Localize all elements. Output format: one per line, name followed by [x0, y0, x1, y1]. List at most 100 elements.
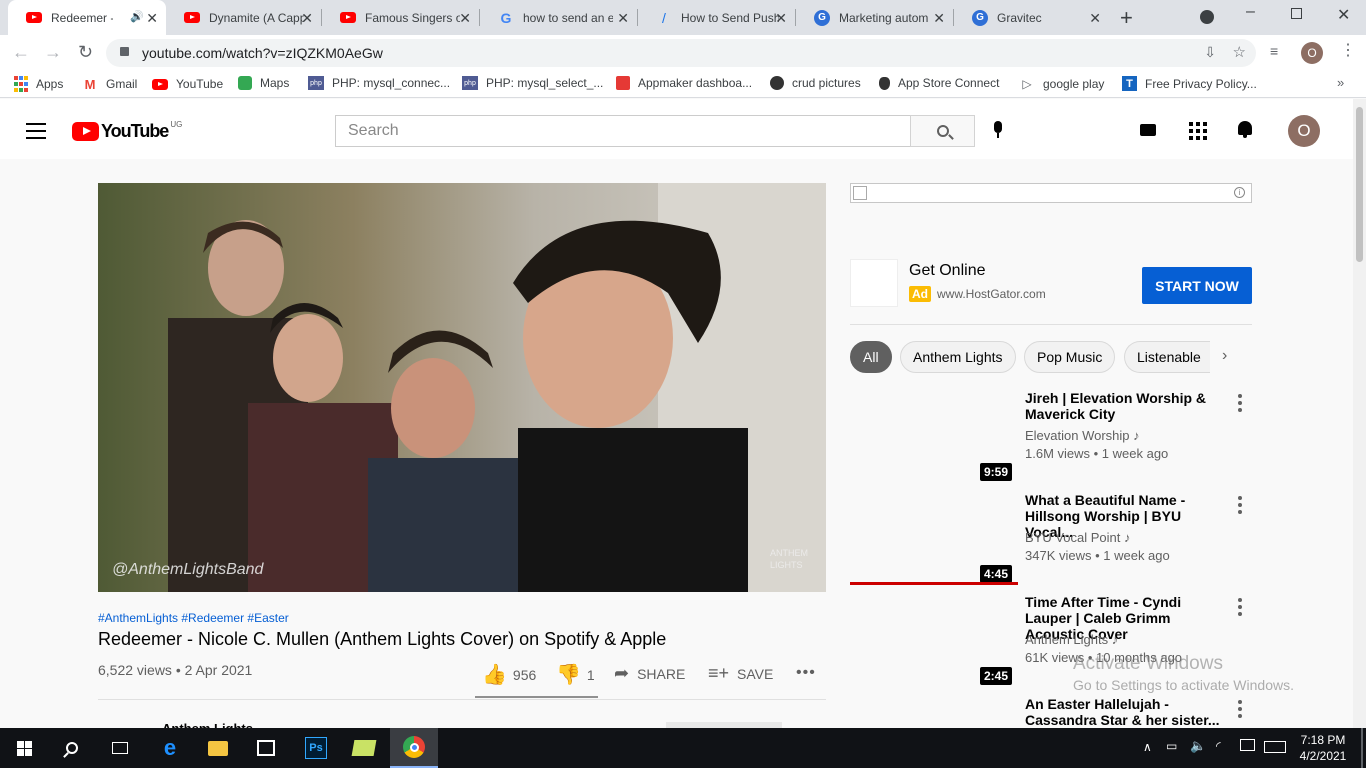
page-scrollbar[interactable]	[1353, 99, 1366, 728]
video-player[interactable]: @AnthemLightsBand ANTHEM LIGHTS	[98, 183, 826, 592]
bookmark-maps[interactable]: Maps	[238, 76, 289, 90]
chip-pop-music[interactable]: Pop Music	[1024, 341, 1116, 373]
related-video-title[interactable]: Jireh | Elevation Worship & Maverick Cit…	[1025, 390, 1225, 422]
account-avatar[interactable]: O	[1288, 115, 1320, 147]
microphone-icon[interactable]	[991, 121, 1005, 139]
search-button[interactable]	[910, 115, 975, 147]
related-channel[interactable]: BYU Vocal Point ♪	[1025, 530, 1131, 545]
like-button[interactable]: 👍 956	[482, 662, 536, 687]
new-tab-icon[interactable]: +	[1120, 5, 1133, 31]
keyboard-icon[interactable]	[1264, 741, 1286, 753]
bookmark-gmail[interactable]: M Gmail	[82, 76, 138, 92]
bookmark-php-connect[interactable]: php PHP: mysql_connec...	[308, 76, 450, 90]
dislike-button[interactable]: 👎 1	[556, 662, 595, 687]
profile-avatar[interactable]: O	[1301, 42, 1323, 64]
store-icon[interactable]	[242, 728, 290, 768]
search-icon[interactable]	[48, 728, 96, 768]
tab-famous-singers[interactable]: Famous Singers of ✕	[322, 0, 479, 35]
tab-redeemer[interactable]: Redeemer - Nicole C. Mullen 🔊 ✕	[8, 0, 166, 35]
show-desktop-button[interactable]	[1361, 728, 1363, 768]
related-video-title[interactable]: An Easter Hallelujah - Cassandra Star & …	[1025, 696, 1225, 728]
edge-icon[interactable]: e	[146, 728, 194, 768]
media-control-icon[interactable]: ≡	[1270, 43, 1278, 59]
chip-anthem-lights[interactable]: Anthem Lights	[900, 341, 1016, 373]
ad-banner[interactable]: i	[850, 183, 1252, 203]
tab-marketing[interactable]: G Marketing autom ✕	[796, 0, 953, 35]
close-tab-icon[interactable]: ✕	[1089, 10, 1101, 27]
close-tab-icon[interactable]: ✕	[775, 10, 787, 27]
related-channel[interactable]: Elevation Worship ♪	[1025, 428, 1140, 443]
scrollbar-thumb[interactable]	[1356, 107, 1363, 262]
speaker-icon[interactable]: 🔊	[130, 10, 144, 23]
youtube-logo[interactable]: YouTube UG	[72, 120, 183, 142]
bookmark-youtube[interactable]: YouTube	[152, 76, 223, 92]
network-device-icon[interactable]: ▭	[1166, 739, 1177, 753]
notification-icon[interactable]	[1240, 739, 1255, 751]
install-icon[interactable]: ⇩	[1204, 44, 1216, 61]
minimize-icon[interactable]: –	[1246, 3, 1255, 21]
bookmark-app-store[interactable]: App Store Connect	[879, 76, 999, 90]
tab-how-to-send[interactable]: G how to send an e ✕	[480, 0, 637, 35]
divider	[850, 324, 1252, 325]
bookmark-privacy[interactable]: T Free Privacy Policy...	[1122, 76, 1257, 91]
start-now-button[interactable]: START NOW	[1142, 267, 1252, 304]
task-view-icon[interactable]	[96, 728, 144, 768]
chevron-right-icon[interactable]: ›	[1222, 347, 1227, 365]
more-options-icon[interactable]	[1237, 394, 1243, 412]
file-explorer-icon[interactable]	[194, 728, 242, 768]
bookmark-apps[interactable]: Apps	[14, 76, 63, 92]
address-bar[interactable]: youtube.com/watch?v=zIQZKM0AeGw ⇩ ☆	[106, 39, 1256, 67]
more-options-icon[interactable]	[1237, 598, 1243, 616]
ad-info-icon[interactable]: i	[1234, 187, 1245, 198]
hamburger-menu-icon[interactable]	[26, 123, 46, 139]
close-tab-icon[interactable]: ✕	[146, 10, 158, 27]
windows-start-icon[interactable]	[0, 728, 48, 768]
close-window-icon[interactable]: ✕	[1337, 5, 1350, 25]
chip-listenable[interactable]: Listenable	[1124, 341, 1210, 373]
tab-dynamite[interactable]: Dynamite (A Cappella) ✕	[166, 0, 321, 35]
chip-all[interactable]: All	[850, 341, 892, 373]
bookmark-appmaker[interactable]: Appmaker dashboa...	[616, 76, 752, 90]
bookmark-crud[interactable]: crud pictures	[770, 76, 861, 90]
chevron-up-icon[interactable]: ∧	[1143, 740, 1152, 754]
notifications-bell-icon[interactable]	[1238, 121, 1253, 139]
bookmark-star-icon[interactable]: ☆	[1233, 43, 1246, 61]
ad-thumbnail[interactable]	[850, 259, 898, 307]
more-options-icon[interactable]	[1237, 700, 1243, 718]
forward-icon[interactable]: →	[44, 42, 62, 63]
back-icon[interactable]: ←	[12, 42, 30, 63]
tab-search-icon[interactable]	[1200, 10, 1214, 24]
share-button[interactable]: ➦ SHARE	[614, 663, 685, 684]
video-frame	[98, 183, 826, 592]
ad-title[interactable]: Get Online	[909, 262, 985, 280]
more-bookmarks-icon[interactable]: »	[1337, 75, 1344, 90]
tab-push[interactable]: / How to Send Push ✕	[638, 0, 795, 35]
more-actions-icon[interactable]: •••	[796, 664, 816, 682]
restore-icon[interactable]	[1291, 8, 1302, 19]
country-code: UG	[170, 120, 183, 129]
clock[interactable]: 7:18 PM 4/2/2021	[1296, 732, 1350, 764]
close-tab-icon[interactable]: ✕	[617, 10, 629, 27]
bookmark-php-select[interactable]: php PHP: mysql_select_...	[462, 76, 603, 90]
bookmark-google-play[interactable]: ▷ google play	[1019, 76, 1104, 92]
close-tab-icon[interactable]: ✕	[933, 10, 945, 27]
create-video-icon[interactable]	[1140, 124, 1156, 136]
wifi-icon[interactable]: ◜	[1216, 739, 1221, 753]
hashtags[interactable]: #AnthemLights #Redeemer #Easter	[98, 611, 289, 625]
channel-name[interactable]: Anthem Lights	[162, 720, 272, 728]
close-tab-icon[interactable]: ✕	[301, 10, 313, 27]
sticky-notes-icon[interactable]	[340, 728, 388, 768]
apps-grid-icon[interactable]	[1189, 122, 1207, 140]
menu-icon[interactable]: ⋮	[1340, 40, 1356, 60]
reload-icon[interactable]: ↻	[78, 42, 93, 63]
close-tab-icon[interactable]: ✕	[459, 10, 471, 27]
chrome-icon[interactable]	[390, 728, 438, 768]
search-input[interactable]: Search	[335, 115, 911, 147]
photoshop-icon[interactable]: Ps	[292, 728, 340, 768]
volume-icon[interactable]: 🔈	[1190, 738, 1206, 754]
save-button[interactable]: ≡+ SAVE	[708, 663, 773, 684]
bookmark-label: App Store Connect	[898, 76, 1000, 90]
more-options-icon[interactable]	[1237, 496, 1243, 514]
tab-gravitec[interactable]: G Gravitec ✕	[954, 0, 1109, 35]
related-channel[interactable]: Anthem Lights ♪	[1025, 632, 1118, 647]
